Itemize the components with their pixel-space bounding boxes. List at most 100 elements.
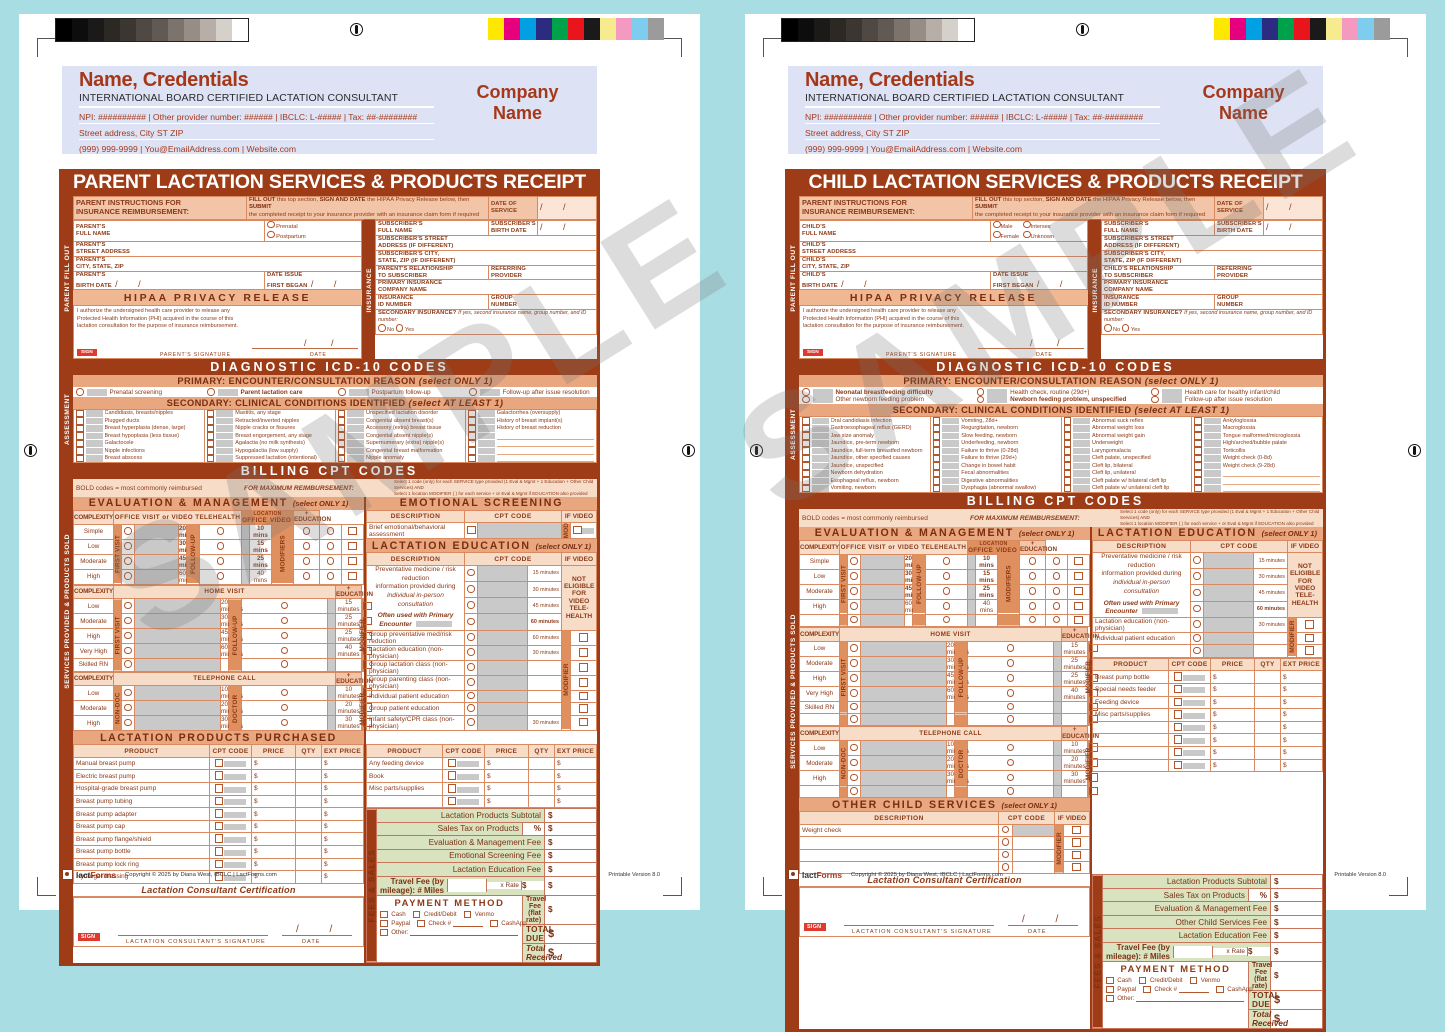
product-ext-price[interactable]: $ [554, 756, 597, 771]
product-qty[interactable] [528, 756, 555, 771]
product-row[interactable]: $ $ [1092, 758, 1323, 773]
checkbox[interactable] [1173, 672, 1183, 681]
checkbox[interactable] [802, 462, 810, 470]
checkbox[interactable] [214, 847, 224, 856]
home-first-radio[interactable] [121, 628, 135, 645]
checkbox[interactable] [337, 417, 345, 425]
home-follow-code[interactable] [1052, 700, 1063, 715]
radio-option[interactable] [124, 631, 132, 640]
group-number-label[interactable]: GROUP NUMBER [488, 294, 597, 311]
date-of-service-input[interactable]: / / [1263, 195, 1323, 220]
product-cpt-check[interactable] [442, 782, 485, 796]
radio-option[interactable] [850, 715, 858, 723]
radio-option[interactable] [850, 587, 858, 595]
checkbox[interactable] [802, 439, 810, 448]
secondary-condition-row[interactable] [1194, 484, 1320, 493]
checkbox[interactable] [932, 417, 941, 425]
checkbox[interactable] [468, 439, 476, 448]
em-follow-radio[interactable] [198, 568, 243, 585]
edu-radio[interactable] [464, 644, 478, 661]
radio-option[interactable] [280, 646, 289, 655]
radio-option[interactable] [467, 617, 475, 626]
secondary-condition-row[interactable]: Agalactia (no milk synthesis) [206, 439, 333, 448]
em-first-code[interactable] [134, 568, 179, 585]
checkbox[interactable] [214, 834, 224, 843]
checkbox[interactable] [1194, 432, 1202, 440]
radio-option[interactable] [1028, 572, 1037, 580]
secondary-condition-row[interactable]: Supernumerary (extra) nipple(s) [337, 439, 464, 448]
fee-amount[interactable]: $ [1270, 941, 1323, 962]
product-cpt-check[interactable] [1168, 745, 1211, 760]
product-price[interactable]: $ [251, 756, 296, 771]
radio-option[interactable] [124, 646, 132, 655]
product-price[interactable]: $ [251, 782, 296, 796]
checkbox[interactable] [1063, 469, 1071, 478]
checkbox[interactable] [337, 409, 345, 418]
em-location-video[interactable] [1045, 583, 1069, 600]
home-first-radio[interactable] [121, 658, 135, 672]
checkbox[interactable] [206, 439, 215, 448]
checkbox[interactable] [76, 417, 84, 425]
birthdate-label[interactable]: PARENT'S BIRTH DATE / / [73, 270, 265, 291]
checkbox[interactable] [1106, 985, 1114, 994]
secondary-condition-row[interactable] [468, 447, 594, 455]
secondary-condition-row[interactable]: Mastitis, any stage [206, 409, 333, 418]
checkbox[interactable] [76, 439, 84, 448]
edu-video-check[interactable] [1296, 644, 1323, 658]
product-qty[interactable] [1254, 758, 1281, 773]
radio-option[interactable] [1006, 674, 1015, 682]
home-first-radio[interactable] [121, 613, 135, 630]
product-qty[interactable] [1254, 733, 1281, 747]
checkbox[interactable] [348, 571, 357, 581]
radio-option[interactable] [207, 388, 215, 396]
checkbox[interactable] [579, 663, 588, 672]
product-row[interactable]: Breast pump cap $ $ [73, 819, 364, 834]
payment-option-check[interactable]: Check # [417, 919, 484, 928]
radio-option[interactable] [942, 602, 951, 610]
phone-left-radio[interactable] [847, 740, 861, 757]
subscriber-name-label[interactable]: SUBSCRIBER'S FULL NAME [1101, 219, 1215, 236]
total-due-amount[interactable]: $ [1270, 989, 1323, 1010]
secondary-condition-row[interactable]: Plugged ducts [76, 417, 202, 425]
checkbox[interactable] [932, 439, 941, 448]
checkbox[interactable] [206, 409, 215, 418]
product-cpt-check[interactable] [1168, 708, 1211, 722]
checkbox[interactable] [802, 447, 810, 455]
primary-insurance-label[interactable]: PRIMARY INSURANCE COMPANY NAME [375, 279, 597, 296]
edu-code-field[interactable] [477, 659, 528, 676]
em-education-check[interactable] [1067, 553, 1090, 570]
home-follow-code[interactable] [326, 613, 337, 630]
radio-option[interactable] [850, 659, 858, 667]
other-service-code[interactable] [1012, 823, 1055, 838]
edu-code-field[interactable] [1203, 552, 1254, 570]
edu-code-field[interactable] [1203, 631, 1254, 646]
edu-video-check[interactable] [570, 674, 597, 691]
secondary-condition-row[interactable] [468, 432, 594, 440]
secondary-insurance-row[interactable]: SECONDARY INSURANCE? If yes, second insu… [375, 309, 597, 336]
checkbox[interactable] [579, 704, 588, 713]
home-first-radio[interactable] [847, 640, 861, 657]
product-price[interactable]: $ [251, 807, 296, 821]
radio-option[interactable] [467, 663, 475, 671]
radio-option[interactable] [1028, 615, 1037, 624]
telephone-row[interactable]: Low NON-DOC 10 minutes DOCTOR 10 minutes… [73, 685, 372, 731]
checkbox[interactable] [76, 432, 84, 440]
radio-option[interactable] [850, 702, 858, 711]
product-cpt-check[interactable] [209, 832, 252, 846]
cert-date-line[interactable] [1008, 925, 1078, 927]
checkbox[interactable] [802, 477, 810, 485]
product-qty[interactable] [528, 769, 555, 783]
product-ext-price[interactable]: $ [321, 756, 364, 771]
checkbox[interactable] [447, 758, 457, 768]
radio-option[interactable] [1006, 644, 1015, 652]
edu-code-field[interactable] [1203, 644, 1254, 658]
radio-option[interactable] [942, 587, 951, 595]
radio-option[interactable] [1023, 220, 1031, 229]
product-qty[interactable] [295, 782, 322, 796]
radio-option[interactable] [1006, 689, 1015, 697]
edu-code-field[interactable] [477, 714, 528, 731]
radio-option[interactable] [280, 688, 289, 697]
em-follow-radio[interactable] [924, 553, 969, 570]
phone-left-radio[interactable] [847, 770, 861, 787]
edu-code-field[interactable] [477, 597, 528, 615]
